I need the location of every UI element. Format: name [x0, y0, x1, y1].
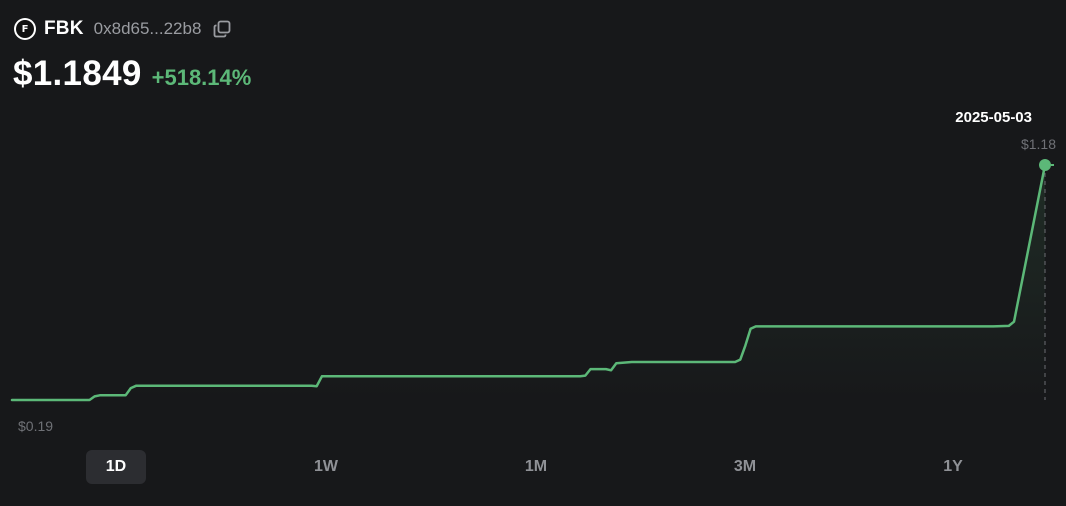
price-chart-widget: F FBK 0x8d65...22b8 $1.1849 +518.14% 202… — [0, 0, 1066, 506]
chart-area-fill — [12, 165, 1045, 400]
tab-1d[interactable]: 1D — [86, 450, 146, 484]
tab-3m[interactable]: 3M — [715, 450, 775, 484]
max-price-label: $1.18 — [1021, 136, 1056, 152]
tab-1m[interactable]: 1M — [506, 450, 566, 484]
tab-1y[interactable]: 1Y — [923, 450, 983, 484]
tab-1w[interactable]: 1W — [296, 450, 356, 484]
tooltip-date: 2025-05-03 — [955, 109, 1032, 126]
timeframe-tabs: 1D 1W 1M 3M 1Y — [0, 450, 1066, 484]
hover-point — [1039, 159, 1051, 171]
line-chart[interactable]: 2025-05-03 $1.18 $0.19 — [0, 0, 1066, 440]
min-price-label: $0.19 — [18, 418, 53, 434]
